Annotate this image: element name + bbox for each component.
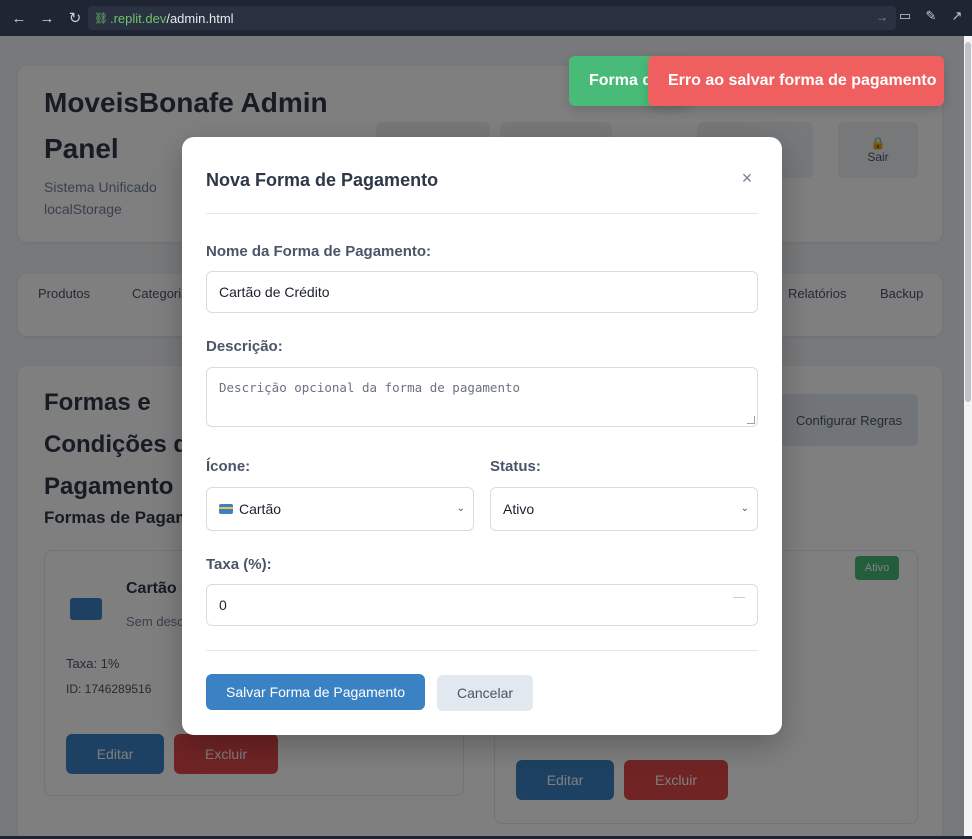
save-button[interactable]: Salvar Forma de Pagamento — [206, 674, 425, 710]
name-label: Nome da Forma de Pagamento: — [206, 243, 432, 260]
back-icon[interactable]: ← — [8, 7, 30, 29]
description-textarea[interactable]: Descrição opcional da forma de pagamento — [206, 367, 758, 427]
browser-actions: ▭ ✎ ↗ — [896, 7, 966, 25]
fee-input[interactable]: 0 — [206, 584, 758, 626]
scrollbar-thumb[interactable] — [965, 42, 971, 402]
forward-icon[interactable]: → — [36, 7, 58, 29]
icon-label: Ícone: — [206, 458, 251, 475]
status-select-value: Ativo — [503, 501, 535, 517]
close-icon[interactable]: × — [738, 167, 756, 189]
icon-select[interactable]: Cartão ⌄ — [206, 487, 474, 531]
credit-card-icon — [219, 504, 233, 514]
modal-title: Nova Forma de Pagamento — [206, 170, 439, 190]
resize-handle-icon[interactable] — [747, 416, 755, 424]
status-label: Status: — [490, 458, 541, 475]
footer-divider — [206, 650, 758, 651]
page-scrollbar[interactable] — [964, 36, 972, 836]
status-select[interactable]: Ativo ⌄ — [490, 487, 758, 531]
url-host: .replit.dev — [109, 10, 167, 26]
name-input[interactable]: Cartão de Crédito — [206, 271, 758, 313]
reload-icon[interactable]: ↻ — [64, 7, 86, 29]
link-icon: ⛓ — [94, 12, 108, 25]
number-spinner-icon[interactable] — [733, 597, 745, 598]
go-arrow-icon[interactable]: → — [876, 10, 888, 24]
fee-label: Taxa (%): — [206, 556, 272, 573]
monitor-icon[interactable]: ▭ — [896, 7, 914, 25]
error-toast: Erro ao salvar forma de pagamento — [648, 56, 944, 106]
payment-method-modal: Nova Forma de Pagamento × Nome da Forma … — [182, 137, 782, 735]
description-label: Descrição: — [206, 338, 283, 355]
external-link-icon[interactable]: ↗ — [948, 7, 966, 25]
description-placeholder: Descrição opcional da forma de pagamento — [219, 380, 521, 395]
header-divider — [206, 213, 758, 214]
icon-select-value: Cartão — [239, 501, 282, 517]
wrench-icon[interactable]: ✎ — [922, 7, 940, 25]
url-path: /admin.html — [166, 10, 234, 26]
fee-value: 0 — [219, 597, 227, 613]
chevron-down-icon: ⌄ — [456, 503, 465, 514]
chevron-down-icon: ⌄ — [740, 503, 749, 514]
address-bar[interactable]: ⛓ .replit.dev/admin.html → — [88, 6, 896, 30]
cancel-button[interactable]: Cancelar — [437, 675, 533, 711]
